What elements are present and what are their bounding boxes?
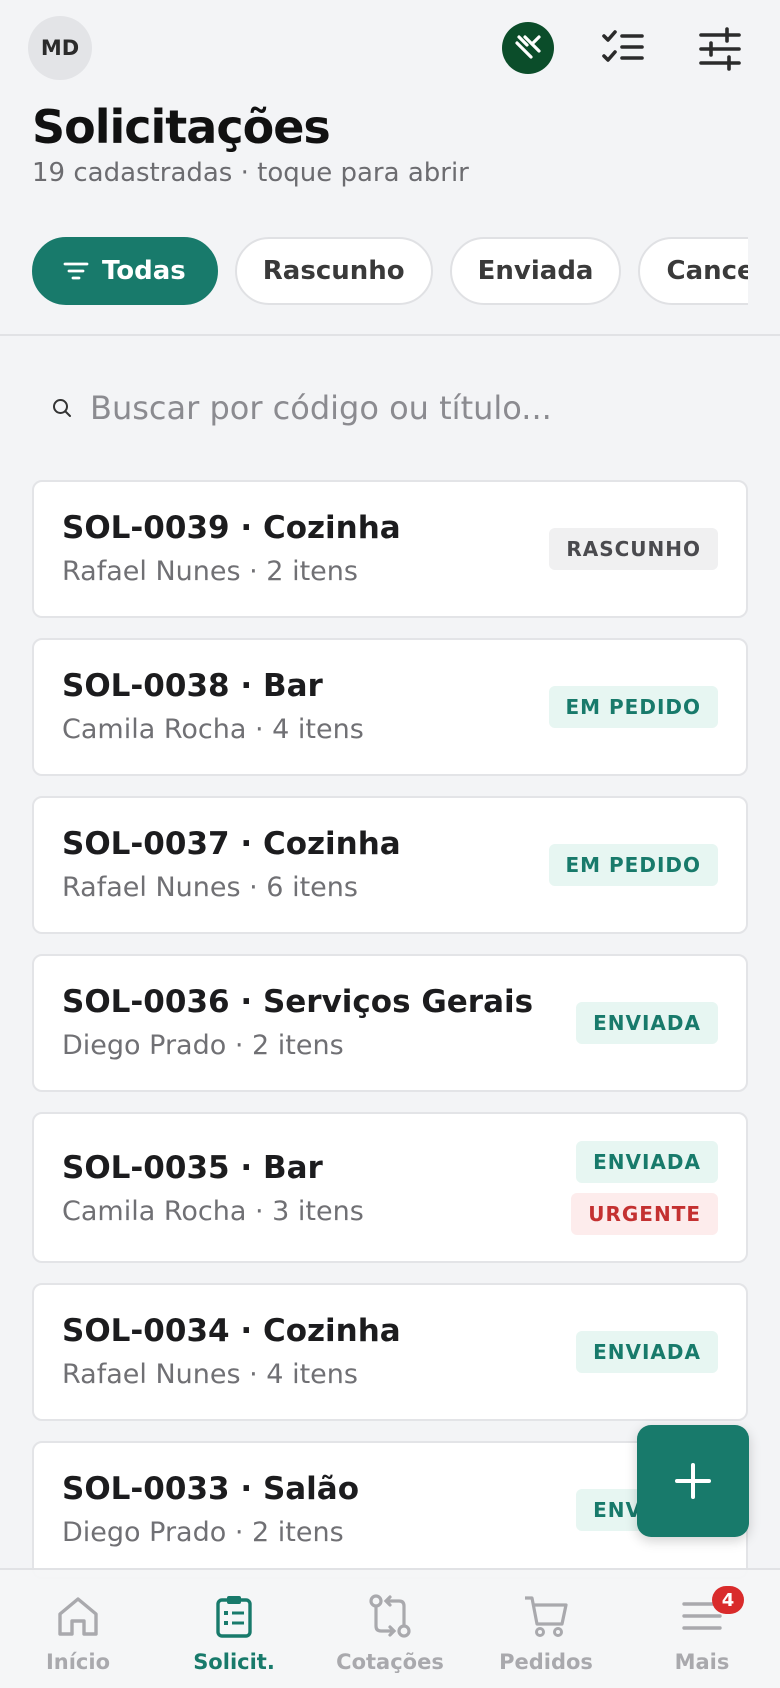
filter-chip-todas[interactable]: Todas [32,237,218,305]
status-badge: EM PEDIDO [548,844,718,886]
request-title: SOL-0034 · Cozinha [62,1313,401,1349]
bottom-nav: Início Solicit. Cotações Pedidos 4 Mais [0,1568,780,1688]
filter-chip-cancelada[interactable]: Cancela [638,237,748,305]
nav-item-cotacoes[interactable]: Cotações [312,1570,468,1688]
filter-chip-label: Enviada [477,256,594,286]
request-card[interactable]: SOL-0037 · Cozinha Rafael Nunes · 6 iten… [32,796,748,934]
checklist-icon[interactable] [600,26,646,72]
request-title: SOL-0036 · Serviços Gerais [62,984,534,1020]
request-title: SOL-0038 · Bar [62,668,323,704]
request-subtitle: Rafael Nunes · 2 itens [62,556,358,587]
status-badge: RASCUNHO [549,528,718,570]
page-subtitle: 19 cadastradas · toque para abrir [32,158,469,188]
page-title: Solicitações [32,100,331,154]
request-title: SOL-0039 · Cozinha [62,510,401,546]
filter-chip-label: Todas [102,256,186,286]
search-icon [53,399,71,417]
compare-arrows-icon [369,1594,411,1638]
top-bar: MD [0,0,780,100]
status-badge: ENVIADA [576,1002,718,1044]
status-badge: ENVIADA [576,1140,718,1183]
cart-icon [525,1596,568,1637]
divider [0,334,780,336]
status-badge: EM PEDIDO [548,686,718,728]
filter-chips: Todas Rascunho Enviada Cancela [32,237,748,307]
request-subtitle: Rafael Nunes · 4 itens [62,1359,358,1390]
search-placeholder: Buscar por código ou título... [90,389,552,427]
home-icon [58,1597,98,1636]
nav-item-pedidos[interactable]: Pedidos [468,1570,624,1688]
request-card[interactable]: SOL-0039 · Cozinha Rafael Nunes · 2 iten… [32,480,748,618]
request-card[interactable]: SOL-0034 · Cozinha Rafael Nunes · 4 iten… [32,1283,748,1421]
filter-icon [63,262,89,280]
nav-label: Pedidos [499,1650,593,1674]
request-title: SOL-0033 · Salão [62,1471,360,1507]
add-request-button[interactable] [637,1425,749,1537]
urgent-badge: URGENTE [571,1192,718,1235]
request-subtitle: Diego Prado · 2 itens [62,1030,344,1061]
avatar[interactable]: MD [28,16,92,80]
plus-icon [675,1463,711,1499]
nav-label: Solicit. [193,1650,275,1674]
whatsapp-icon [515,35,541,59]
sliders-icon[interactable] [697,26,743,72]
nav-label: Início [45,1650,111,1674]
request-card[interactable]: SOL-0035 · Bar Camila Rocha · 3 itens EN… [32,1112,748,1263]
request-subtitle: Rafael Nunes · 6 itens [62,872,358,903]
status-badge: ENVIADA [576,1331,718,1373]
request-title: SOL-0035 · Bar [62,1150,323,1186]
notification-badge: 4 [712,1586,744,1614]
request-title: SOL-0037 · Cozinha [62,826,401,862]
search-input[interactable]: Buscar por código ou título... [52,380,752,436]
nav-item-inicio[interactable]: Início [0,1570,156,1688]
request-subtitle: Camila Rocha · 4 itens [62,714,364,745]
filter-chip-rascunho[interactable]: Rascunho [234,237,433,305]
filter-chip-enviada[interactable]: Enviada [449,237,622,305]
nav-label: Cotações [336,1650,444,1674]
request-subtitle: Camila Rocha · 3 itens [62,1196,364,1227]
request-card[interactable]: SOL-0036 · Serviços Gerais Diego Prado ·… [32,954,748,1092]
whatsapp-button[interactable] [502,22,554,74]
filter-chip-label: Rascunho [262,256,405,286]
nav-label: Mais [674,1650,730,1674]
request-subtitle: Diego Prado · 2 itens [62,1517,344,1548]
nav-item-solicitacoes[interactable]: Solicit. [156,1570,312,1688]
nav-item-mais[interactable]: 4 Mais [624,1570,780,1688]
clipboard-list-icon [216,1596,252,1638]
request-card[interactable]: SOL-0038 · Bar Camila Rocha · 4 itens EM… [32,638,748,776]
filter-chip-label: Cancela [666,256,748,286]
